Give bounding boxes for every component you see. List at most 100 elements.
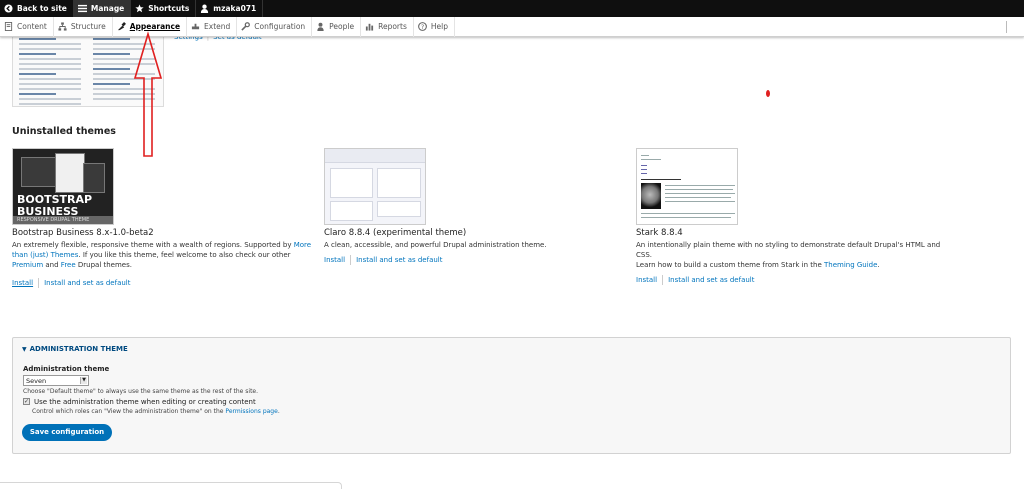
- tray-item-structure[interactable]: Structure: [54, 16, 113, 37]
- premium-link[interactable]: Premium: [12, 261, 43, 269]
- theme-name: Claro 8.8.4 (experimental theme): [324, 228, 467, 238]
- tray-item-extend[interactable]: Extend: [187, 16, 238, 37]
- shortcuts-label: Shortcuts: [148, 4, 190, 13]
- theme-actions: Install Install and set as default: [12, 278, 322, 288]
- tray-item-label: Structure: [70, 22, 106, 31]
- install-link[interactable]: Install: [636, 276, 657, 284]
- tray-item-content[interactable]: Content: [0, 16, 54, 37]
- action-separator: [38, 278, 40, 288]
- use-admin-theme-checkbox[interactable]: ✓: [23, 398, 30, 405]
- thumb-panel: [377, 168, 421, 198]
- administration-theme-fieldset: ▼ ADMINISTRATION THEME Administration the…: [12, 337, 1011, 454]
- stark-screenshot: [636, 148, 738, 225]
- svg-text:?: ?: [421, 24, 424, 31]
- tray-item-label: Content: [17, 22, 47, 31]
- admin-toolbar: Back to site Manage Shortcuts mzaka071: [0, 0, 1024, 17]
- desc-text: Drupal themes.: [77, 261, 132, 269]
- tray-item-label: People: [329, 22, 355, 31]
- theme-description: An extremely flexible, responsive theme …: [12, 240, 322, 270]
- thumb-panel: [330, 168, 373, 198]
- permissions-page-link[interactable]: Permissions page: [225, 408, 277, 415]
- structure-icon: [58, 22, 67, 31]
- desc-text: Learn how to build a custom theme from S…: [636, 261, 822, 269]
- back-arrow-icon: [4, 4, 13, 13]
- theming-guide-link[interactable]: Theming Guide: [824, 261, 877, 269]
- install-link[interactable]: Install: [324, 256, 345, 264]
- tray-item-label: Configuration: [254, 22, 306, 31]
- shortcuts-tab[interactable]: Shortcuts: [131, 0, 197, 17]
- theme-card-bootstrap-business: BOOTSTRAP BUSINESS RESPONSIVE DRUPAL THE…: [12, 148, 322, 288]
- desc-text: . If you like this theme, feel welcome t…: [78, 251, 291, 259]
- manage-label: Manage: [90, 4, 125, 13]
- theme-actions: Install Install and set as default: [324, 255, 634, 265]
- action-separator: [350, 255, 352, 265]
- back-to-site-label: Back to site: [17, 4, 67, 13]
- claro-screenshot: [324, 148, 426, 225]
- install-default-link[interactable]: Install and set as default: [356, 256, 442, 264]
- theme-card-claro: Claro 8.8.4 (experimental theme) A clean…: [324, 148, 634, 265]
- desc-text: .: [877, 261, 880, 269]
- install-default-link[interactable]: Install and set as default: [668, 276, 754, 284]
- content-icon: [4, 22, 13, 31]
- select-help-text: Choose "Default theme" to always use the…: [23, 388, 259, 395]
- device-mockup: [55, 153, 85, 193]
- install-default-link[interactable]: Install and set as default: [44, 279, 130, 287]
- legend-label: ADMINISTRATION THEME: [29, 345, 128, 353]
- extend-icon: [191, 23, 200, 30]
- appearance-icon: [117, 22, 126, 31]
- chevron-down-icon: ▼: [80, 377, 87, 384]
- bottom-panel-edge: [0, 482, 342, 489]
- device-mockup: [83, 163, 105, 193]
- back-to-site-link[interactable]: Back to site: [0, 0, 74, 17]
- uninstalled-themes-heading: Uninstalled themes: [12, 126, 116, 137]
- collapse-triangle-icon: ▼: [22, 346, 27, 353]
- thumb-header: [325, 149, 425, 163]
- desc-text: and: [45, 261, 59, 269]
- tray-item-configuration[interactable]: Configuration: [237, 16, 313, 37]
- save-configuration-button[interactable]: Save configuration: [22, 424, 112, 441]
- tray-orientation-toggle[interactable]: [1006, 21, 1016, 33]
- tray-item-reports[interactable]: Reports: [361, 16, 414, 37]
- desc-text: An intentionally plain theme with no sty…: [636, 241, 941, 259]
- help-text: .: [277, 408, 280, 415]
- tray-item-label: Help: [430, 22, 448, 31]
- manage-tab[interactable]: Manage: [73, 0, 132, 17]
- theme-name: Stark 8.8.4: [636, 228, 683, 238]
- people-icon: [317, 22, 324, 31]
- free-link[interactable]: Free: [61, 261, 76, 269]
- thumb-image: [641, 183, 661, 209]
- wrench-icon: [241, 22, 251, 31]
- user-tab[interactable]: mzaka071: [196, 0, 264, 17]
- help-text: Control which roles can "View the admini…: [32, 408, 224, 415]
- reports-icon: [365, 23, 374, 31]
- annotation-arrow: [133, 31, 163, 157]
- desc-text: An extremely flexible, responsive theme …: [12, 241, 292, 249]
- tray-item-help[interactable]: ? Help: [414, 16, 455, 37]
- menu-icon: [77, 4, 87, 13]
- administration-theme-label: Administration theme: [23, 365, 110, 373]
- bootstrap-business-screenshot: BOOTSTRAP BUSINESS RESPONSIVE DRUPAL THE…: [12, 148, 114, 225]
- use-admin-theme-label: Use the administration theme when editin…: [34, 398, 256, 406]
- theme-description: A clean, accessible, and powerful Drupal…: [324, 241, 547, 249]
- tray-item-label: Extend: [204, 22, 231, 31]
- star-icon: [135, 4, 144, 13]
- thumb-panel: [377, 201, 421, 217]
- help-icon: ?: [417, 22, 427, 31]
- theme-card-stark: Stark 8.8.4 An intentionally plain theme…: [636, 148, 946, 285]
- thumb-panel: [330, 201, 373, 221]
- checkbox-help-text: Control which roles can "View the admini…: [32, 408, 280, 415]
- action-separator: [662, 275, 664, 285]
- theme-description: An intentionally plain theme with no sty…: [636, 240, 946, 270]
- select-value: Seven: [26, 377, 47, 385]
- tray-item-people[interactable]: People: [312, 16, 362, 37]
- annotation-dot: [766, 90, 770, 97]
- theme-actions: Install Install and set as default: [636, 275, 946, 285]
- install-link[interactable]: Install: [12, 279, 33, 287]
- user-icon: [201, 4, 209, 13]
- administration-theme-select[interactable]: Seven ▼: [23, 375, 89, 386]
- theme-name: Bootstrap Business 8.x-1.0-beta2: [12, 228, 154, 238]
- tray-item-label: Reports: [378, 22, 407, 31]
- thumb-bar: RESPONSIVE DRUPAL THEME: [13, 216, 113, 224]
- administration-theme-toggle[interactable]: ▼ ADMINISTRATION THEME: [22, 345, 128, 353]
- user-label: mzaka071: [213, 4, 257, 13]
